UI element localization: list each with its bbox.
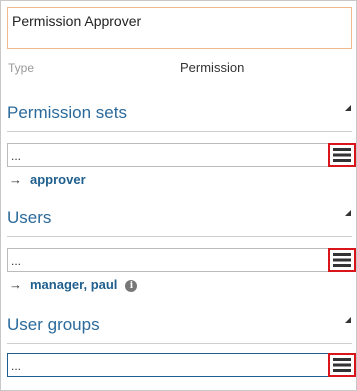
type-label: Type [8,61,35,75]
users-lookup-input[interactable]: ... [7,248,329,272]
permission-sets-menu-button[interactable] [328,143,356,167]
section-title-user-groups: User groups [7,315,100,334]
user-link-manager-paul[interactable]: manager, paul [30,277,117,292]
hamburger-menu-icon [333,358,351,372]
user-groups-menu-button[interactable] [328,353,356,377]
section-title-permission-sets: Permission sets [7,103,127,122]
section-divider [7,236,352,237]
hamburger-menu-icon [333,253,351,267]
collapse-toggle-icon[interactable] [345,317,351,323]
section-divider [7,131,352,132]
collapse-toggle-icon[interactable] [345,210,351,216]
section-title-users: Users [7,208,52,227]
type-row: Type Permission [8,60,352,79]
arrow-right-icon: → [9,277,22,292]
user-groups-lookup-input[interactable]: ... [7,353,329,377]
arrow-right-icon: → [9,172,22,187]
info-icon[interactable]: i [125,280,138,292]
permission-sets-lookup-input[interactable]: ... [7,143,329,167]
hamburger-menu-icon [333,148,351,162]
permission-editor-panel: Permission Approver Type Permission Perm… [0,0,357,391]
collapse-toggle-icon[interactable] [345,105,351,111]
section-divider [7,343,352,344]
title-field[interactable]: Permission Approver [7,7,352,49]
permission-set-link-approver[interactable]: approver [30,172,86,187]
users-menu-button[interactable] [328,248,356,272]
user-item: → manager, paul i [9,277,138,292]
type-value: Permission [180,60,245,75]
permission-set-item: → approver [9,172,86,187]
